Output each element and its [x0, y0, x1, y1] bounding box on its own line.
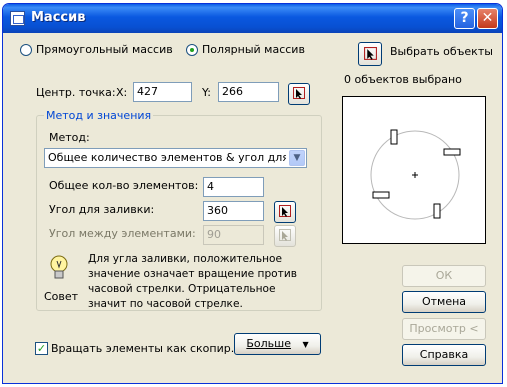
- fill-angle-label: Угол для заливки:: [49, 203, 155, 216]
- fill-angle-input[interactable]: 360: [203, 201, 264, 221]
- ok-button[interactable]: ОК: [402, 265, 486, 287]
- center-x-input[interactable]: 427: [133, 82, 192, 102]
- preview-button[interactable]: Просмотр <: [402, 318, 486, 340]
- cancel-button[interactable]: Отмена: [402, 291, 486, 313]
- rectangular-array-radio[interactable]: [20, 44, 32, 56]
- tip-text: Для угла заливки, положительное значение…: [88, 253, 297, 310]
- chevron-down-icon[interactable]: ▼: [289, 150, 305, 166]
- pick-point-icon: [279, 229, 291, 241]
- more-button[interactable]: Больше ▼: [234, 333, 321, 355]
- rectangular-array-label[interactable]: Прямоугольный массив: [36, 43, 173, 56]
- help-title-button[interactable]: ?: [454, 8, 475, 29]
- method-select-value: Общее количество элементов & угол для за…: [48, 151, 286, 164]
- pick-center-button[interactable]: [288, 83, 310, 105]
- total-items-label: Общее кол-во элементов:: [49, 179, 199, 192]
- rotate-items-label[interactable]: Вращать элементы как скопир.: [51, 342, 234, 355]
- polar-array-radio[interactable]: [186, 44, 198, 56]
- tip-label: Совет: [44, 290, 79, 303]
- help-button[interactable]: Справка: [402, 344, 486, 366]
- select-objects-label: Выбрать объекты: [390, 45, 493, 58]
- double-chevron-down-icon: ▼: [302, 340, 309, 349]
- method-label: Метод:: [49, 131, 90, 144]
- help-icon: ?: [460, 10, 469, 26]
- center-y-label: Y:: [202, 86, 211, 99]
- rotate-items-checkbox[interactable]: ✓: [35, 342, 48, 355]
- close-icon: ✕: [481, 10, 494, 26]
- center-point-label: Центр. точка:: [36, 86, 116, 99]
- pick-point-icon: [293, 87, 305, 99]
- select-objects-button[interactable]: [358, 42, 382, 66]
- total-items-input[interactable]: 4: [203, 177, 264, 197]
- app-icon: [10, 11, 25, 26]
- preview-pane: [342, 96, 486, 244]
- window-title: Массив: [31, 10, 86, 25]
- lightbulb-icon: [50, 255, 68, 279]
- more-button-label: Больше: [246, 337, 291, 350]
- select-objects-icon: [364, 47, 377, 60]
- pick-point-icon: [279, 205, 291, 217]
- title-bar: Массив ? ✕: [3, 4, 502, 33]
- between-angle-input[interactable]: 90: [203, 225, 264, 245]
- between-angle-label: Угол между элементами:: [49, 227, 196, 240]
- center-x-label: X:: [116, 86, 128, 99]
- close-button[interactable]: ✕: [477, 8, 498, 29]
- polar-array-preview: [370, 129, 461, 220]
- center-y-input[interactable]: 266: [218, 82, 279, 102]
- pick-fill-angle-button[interactable]: [274, 201, 296, 223]
- objects-selected-count: 0 объектов выбрано: [344, 73, 462, 86]
- pick-between-angle-button[interactable]: [274, 225, 296, 247]
- polar-array-label[interactable]: Полярный массив: [202, 43, 305, 56]
- method-select[interactable]: Общее количество элементов & угол для за…: [44, 148, 307, 168]
- method-group-title: Метод и значения: [44, 109, 154, 122]
